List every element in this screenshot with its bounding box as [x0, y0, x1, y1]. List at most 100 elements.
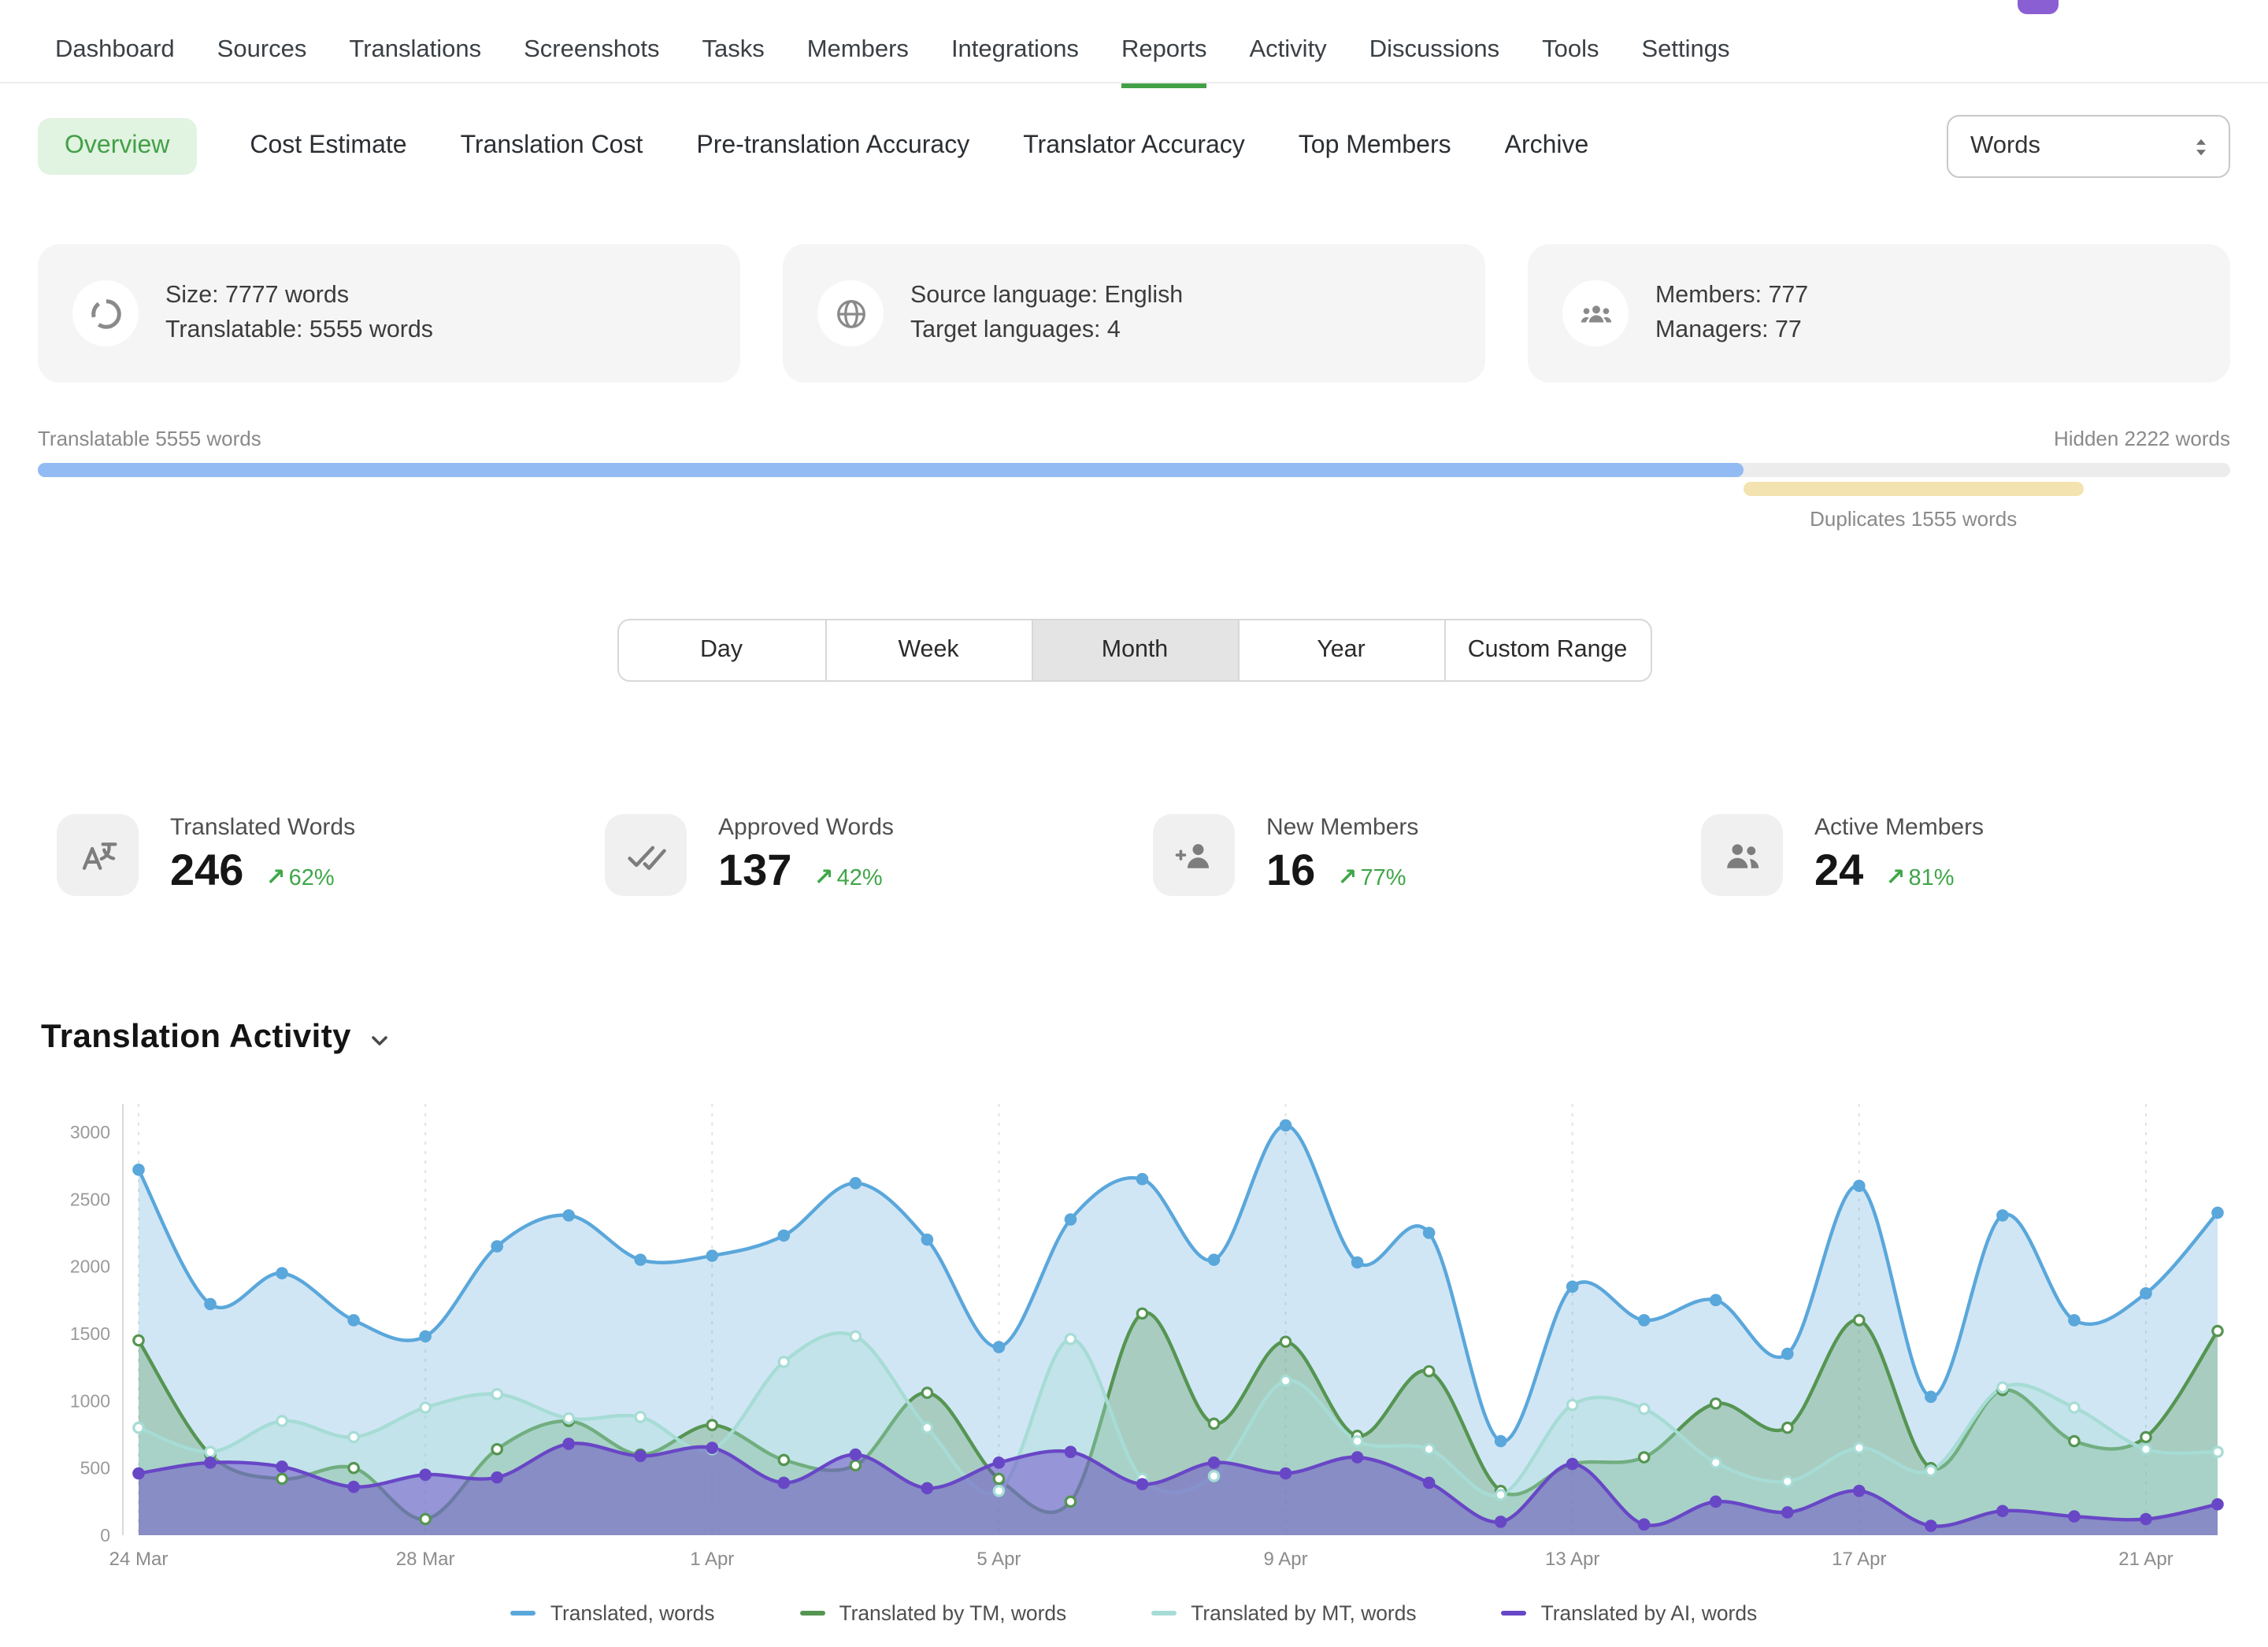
stat-value: 24: [1814, 846, 1863, 896]
size-line: Size: 7777 words: [165, 279, 433, 313]
stat-delta: ↗81%: [1885, 863, 1954, 891]
unit-selector[interactable]: Words: [1947, 115, 2230, 178]
legend-swatch: [799, 1611, 825, 1615]
nav-sources[interactable]: Sources: [217, 22, 307, 83]
svg-text:1 Apr: 1 Apr: [690, 1549, 734, 1570]
add-member-icon: [1153, 814, 1235, 896]
svg-text:5 Apr: 5 Apr: [976, 1549, 1021, 1570]
nav-tools[interactable]: Tools: [1542, 22, 1599, 83]
globe-icon: [817, 280, 884, 346]
svg-text:500: 500: [80, 1458, 110, 1479]
stat-delta-pct: 62%: [289, 866, 335, 891]
translatable-bar: [38, 463, 1744, 477]
nav-translations[interactable]: Translations: [349, 22, 481, 83]
duplicates-bar: [1744, 482, 2084, 496]
language-card-text: Source language: English Target language…: [910, 279, 1183, 348]
legend-item[interactable]: Translated by TM, words: [799, 1601, 1066, 1625]
svg-text:2000: 2000: [70, 1257, 110, 1277]
stat-translated-words: Translated Words 246 ↗62%: [38, 814, 586, 896]
nav-tasks[interactable]: Tasks: [702, 22, 764, 83]
stat-delta: ↗62%: [265, 863, 334, 891]
members-icon: [1562, 280, 1629, 346]
duplicates-label: Duplicates 1555 words: [1744, 507, 2084, 531]
trend-up-icon: ↗: [265, 864, 285, 891]
tab-archive[interactable]: Archive: [1505, 118, 1589, 175]
members-card-text: Members: 777 Managers: 77: [1655, 279, 1808, 348]
translatable-line: Translatable: 5555 words: [165, 313, 433, 348]
reports-subnav: Overview Cost Estimate Translation Cost …: [38, 115, 2230, 178]
tab-top-members[interactable]: Top Members: [1299, 118, 1451, 175]
tab-pre-translation-accuracy[interactable]: Pre-translation Accuracy: [696, 118, 969, 175]
trend-up-icon: ↗: [1885, 864, 1905, 891]
nav-members[interactable]: Members: [807, 22, 909, 83]
svg-text:28 Mar: 28 Mar: [396, 1549, 455, 1570]
legend-swatch: [1151, 1611, 1177, 1615]
stat-cards: Translated Words 246 ↗62% Approved Words…: [38, 814, 2230, 896]
range-custom[interactable]: Custom Range: [1443, 620, 1650, 680]
translatable-words-label: Translatable 5555 words: [38, 427, 261, 450]
stat-active-members: Active Members 24 ↗81%: [1682, 814, 2230, 896]
legend-label: Translated, words: [550, 1601, 715, 1625]
stepper-icon: [2189, 135, 2213, 158]
stat-new-members: New Members 16 ↗77%: [1134, 814, 1682, 896]
svg-text:1000: 1000: [70, 1390, 110, 1411]
svg-text:24 Mar: 24 Mar: [109, 1549, 169, 1570]
svg-text:0: 0: [100, 1525, 110, 1545]
managers-line: Managers: 77: [1655, 313, 1808, 348]
nav-screenshots[interactable]: Screenshots: [524, 22, 659, 83]
stat-value: 137: [718, 846, 791, 896]
legend-swatch: [511, 1611, 536, 1615]
stat-label: Approved Words: [718, 814, 894, 841]
tab-translation-cost[interactable]: Translation Cost: [461, 118, 643, 175]
unit-selector-value: Words: [1970, 132, 2040, 161]
svg-text:1500: 1500: [70, 1323, 110, 1344]
range-month[interactable]: Month: [1031, 620, 1237, 680]
range-year[interactable]: Year: [1237, 620, 1443, 680]
stat-label: New Members: [1266, 814, 1418, 841]
tab-cost-estimate[interactable]: Cost Estimate: [250, 118, 406, 175]
range-week[interactable]: Week: [825, 620, 1031, 680]
legend-swatch: [1502, 1611, 1527, 1615]
members-card: Members: 777 Managers: 77: [1528, 244, 2230, 383]
tab-overview[interactable]: Overview: [38, 118, 196, 175]
stat-approved-words: Approved Words 137 ↗42%: [586, 814, 1134, 896]
legend-label: Translated by MT, words: [1191, 1601, 1416, 1625]
translation-activity-chart: 0 500 1000 1500 2000 2500 3000 24 Mar 28 Mar 1 Ap…: [38, 1082, 2230, 1625]
stat-delta-pct: 81%: [1908, 866, 1954, 891]
nav-reports[interactable]: Reports: [1121, 22, 1207, 83]
tab-translator-accuracy[interactable]: Translator Accuracy: [1023, 118, 1245, 175]
range-day[interactable]: Day: [618, 620, 825, 680]
size-card-text: Size: 7777 words Translatable: 5555 word…: [165, 279, 433, 348]
stat-label: Translated Words: [170, 814, 355, 841]
source-language-line: Source language: English: [910, 279, 1183, 313]
translate-icon: [57, 814, 139, 896]
progress-circle-icon: [72, 280, 139, 346]
svg-text:3000: 3000: [70, 1122, 110, 1142]
words-progress: Translatable 5555 words Hidden 2222 word…: [38, 427, 2230, 531]
date-range-selector: Day Week Month Year Custom Range: [617, 619, 1651, 682]
trend-up-icon: ↗: [813, 864, 833, 891]
legend-item[interactable]: Translated by MT, words: [1151, 1601, 1416, 1625]
page-title: Translation Activity: [41, 1019, 351, 1057]
top-navigation: Dashboard Sources Translations Screensho…: [0, 0, 2268, 83]
nav-dashboard[interactable]: Dashboard: [55, 22, 175, 83]
nav-discussions[interactable]: Discussions: [1369, 22, 1499, 83]
legend-item[interactable]: Translated by AI, words: [1502, 1601, 1758, 1625]
nav-integrations[interactable]: Integrations: [951, 22, 1079, 83]
target-languages-line: Target languages: 4: [910, 313, 1183, 348]
progress-track: [38, 463, 2230, 477]
legend-label: Translated by AI, words: [1541, 1601, 1758, 1625]
nav-activity[interactable]: Activity: [1250, 22, 1327, 83]
svg-text:13 Apr: 13 Apr: [1545, 1549, 1599, 1570]
nav-settings[interactable]: Settings: [1641, 22, 1729, 83]
chart-legend: Translated, words Translated by TM, words…: [38, 1601, 2230, 1625]
stat-delta: ↗77%: [1337, 863, 1406, 891]
stat-delta-pct: 77%: [1360, 866, 1406, 891]
members-line: Members: 777: [1655, 279, 1808, 313]
chevron-down-icon[interactable]: [367, 1028, 392, 1053]
activity-chart: 0 500 1000 1500 2000 2500 3000 24 Mar 28 Mar 1 Ap…: [38, 1082, 2230, 1592]
svg-text:9 Apr: 9 Apr: [1264, 1549, 1308, 1570]
svg-text:2500: 2500: [70, 1189, 110, 1209]
active-members-icon: [1701, 814, 1783, 896]
legend-item[interactable]: Translated, words: [511, 1601, 715, 1625]
